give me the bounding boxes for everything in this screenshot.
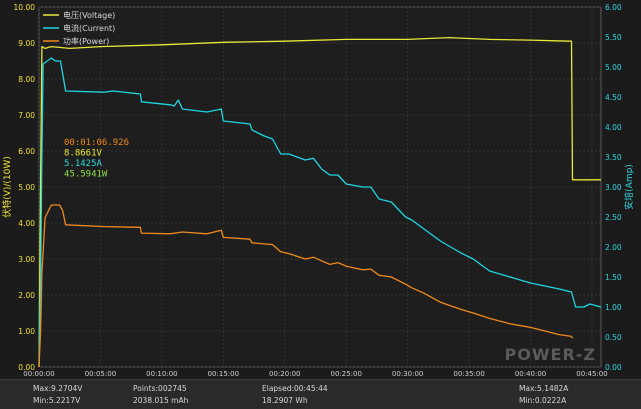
y-right-tick-label: 1.50 bbox=[605, 273, 622, 282]
stat-points: Points:002745 bbox=[133, 384, 187, 393]
y-right-tick-label: 5.50 bbox=[605, 33, 622, 42]
stat-min-voltage: Min:5.2217V bbox=[33, 396, 81, 405]
y-right-tick-label: 4.00 bbox=[605, 123, 622, 132]
cursor-readout-line: 5.1425A bbox=[64, 159, 103, 169]
y-right-tick-label: 3.50 bbox=[605, 153, 622, 162]
y-right-tick-label: 4.50 bbox=[605, 93, 622, 102]
x-tick-label: 00:10:00 bbox=[146, 370, 177, 378]
x-tick-label: 00:05:00 bbox=[85, 370, 116, 378]
chart-svg: 0.001.002.003.004.005.006.007.008.009.00… bbox=[1, 3, 635, 378]
y-left-tick-label: 10.00 bbox=[14, 3, 36, 12]
x-tick-label: 00:45:00 bbox=[576, 370, 607, 378]
cursor-readout-line: 00:01:06.926 bbox=[64, 138, 129, 148]
y-right-tick-label: 5.00 bbox=[605, 63, 622, 72]
stat-capacity: 2038.015 mAh bbox=[133, 396, 189, 405]
stats-bar: Max:9.2704V Min:5.2217V Points:002745 20… bbox=[0, 379, 641, 409]
y-right-tick-label: 2.50 bbox=[605, 213, 622, 222]
stat-min-current: Min:0.0222A bbox=[519, 396, 567, 405]
cursor-readout-line: 45.5941W bbox=[64, 170, 108, 180]
stat-max-current: Max:5.1482A bbox=[519, 384, 569, 393]
y-right-tick-label: 2.00 bbox=[605, 243, 622, 252]
y-left-tick-label: 4.00 bbox=[18, 219, 35, 228]
y-left-tick-label: 3.00 bbox=[18, 255, 35, 264]
y-left-tick-label: 1.00 bbox=[18, 327, 35, 336]
stat-energy: 18.2907 Wh bbox=[262, 396, 308, 405]
y-right-tick-label: 6.00 bbox=[605, 3, 622, 12]
x-tick-label: 00:35:00 bbox=[453, 370, 484, 378]
legend-entry: 电流(Current) bbox=[63, 23, 115, 33]
y-right-axis-label: 安培(Amp) bbox=[623, 164, 635, 210]
cursor-readout-line: 8.8661V bbox=[64, 149, 103, 159]
x-tick-label: 00:25:00 bbox=[330, 370, 361, 378]
legend-entry: 电压(Voltage) bbox=[63, 10, 115, 20]
x-tick-label: 00:15:00 bbox=[208, 370, 239, 378]
power-chart: 0.00 1.00 2.00 3.00 4.00 5.00 6.00 7.00 8.00 9.00… bbox=[0, 0, 641, 409]
y-left-tick-label: 9.00 bbox=[18, 39, 35, 48]
y-right-tick-label: 0.50 bbox=[605, 333, 622, 342]
x-tick-label: 00:00:00 bbox=[23, 370, 54, 378]
watermark: POWER-Z bbox=[505, 345, 596, 364]
y-left-axis-label: 伏特(V)/(10W) bbox=[1, 156, 13, 218]
y-left-tick-label: 2.00 bbox=[18, 291, 35, 300]
y-left-tick-label: 7.00 bbox=[18, 111, 35, 120]
y-right-tick-label: 1.00 bbox=[605, 303, 622, 312]
y-left-tick-label: 8.00 bbox=[18, 75, 35, 84]
y-left-tick-label: 6.00 bbox=[18, 147, 35, 156]
legend-entry: 功率(Power) bbox=[63, 36, 109, 46]
x-tick-label: 00:20:00 bbox=[269, 370, 300, 378]
stat-max-voltage: Max:9.2704V bbox=[33, 384, 83, 393]
y-left-tick-label: 5.00 bbox=[18, 183, 35, 192]
x-tick-label: 00:30:00 bbox=[392, 370, 423, 378]
y-right-tick-label: 3.00 bbox=[605, 183, 622, 192]
x-tick-label: 00:40:00 bbox=[515, 370, 546, 378]
stat-elapsed: Elapsed:00:45:44 bbox=[262, 384, 328, 393]
